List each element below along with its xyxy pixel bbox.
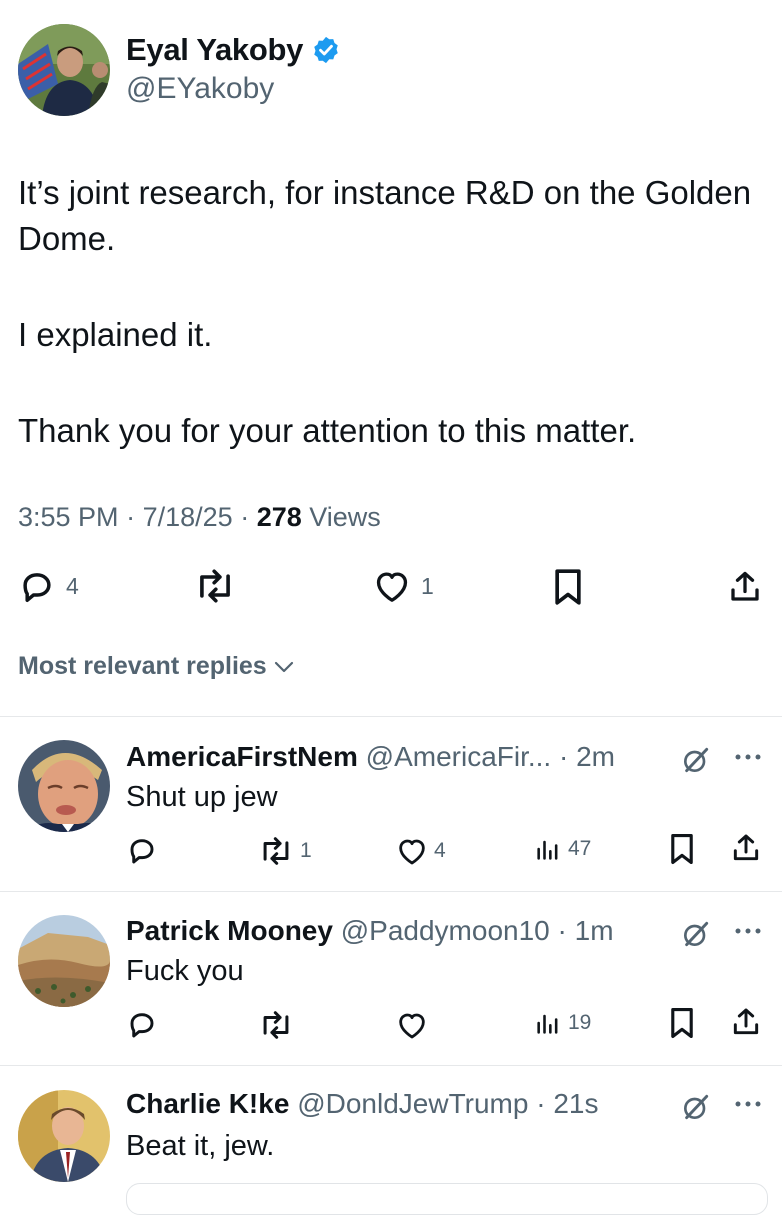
reply-bookmark-button[interactable] bbox=[669, 1006, 695, 1040]
author-handle[interactable]: @EYakoby bbox=[126, 72, 274, 106]
retweet-icon bbox=[258, 836, 294, 866]
reply-count: 4 bbox=[66, 572, 79, 599]
replies-sort-dropdown[interactable]: Most relevant replies bbox=[18, 652, 295, 681]
tweet-paragraph: I explained it. bbox=[18, 316, 213, 353]
reply-share-button[interactable] bbox=[730, 832, 762, 864]
reply-reply-button[interactable] bbox=[126, 1008, 164, 1040]
author-name-row[interactable]: Eyal Yakoby bbox=[126, 32, 341, 68]
reply-icon bbox=[126, 1008, 158, 1040]
like-icon bbox=[396, 1010, 428, 1040]
retweet-icon bbox=[193, 568, 237, 604]
reply-avatar[interactable] bbox=[18, 915, 110, 1007]
bookmark-button[interactable] bbox=[553, 567, 583, 607]
reply-button[interactable]: 4 bbox=[18, 567, 79, 605]
share-icon bbox=[727, 568, 763, 606]
reply-header: Charlie K!ke @DonldJewTrump · 21s bbox=[126, 1088, 599, 1120]
reply-time[interactable]: 2m bbox=[576, 741, 615, 773]
grok-icon[interactable] bbox=[680, 744, 712, 776]
reply-text: Fuck you bbox=[126, 955, 244, 987]
views-icon bbox=[534, 835, 562, 863]
views-count: 19 bbox=[568, 1011, 592, 1034]
like-count: 1 bbox=[421, 572, 434, 599]
reply-text: Shut up jew bbox=[126, 781, 278, 813]
reply-author-handle[interactable]: @DonldJewTrump bbox=[297, 1088, 528, 1120]
chevron-down-icon bbox=[273, 659, 295, 675]
replies-sort-label: Most relevant replies bbox=[18, 652, 267, 680]
like-count: 4 bbox=[434, 839, 446, 862]
views-icon bbox=[534, 1009, 562, 1037]
reply-retweet-button[interactable] bbox=[258, 1010, 300, 1040]
more-icon[interactable] bbox=[733, 1099, 763, 1109]
author-name[interactable]: Eyal Yakoby bbox=[126, 32, 303, 68]
retweet-count: 1 bbox=[300, 839, 312, 862]
grok-icon[interactable] bbox=[680, 918, 712, 950]
divider bbox=[0, 716, 782, 717]
reply-icon bbox=[18, 567, 56, 605]
reply-header: Patrick Mooney @Paddymoon10 · 1m bbox=[126, 915, 614, 947]
reply-like-button[interactable] bbox=[396, 1010, 434, 1040]
grok-icon[interactable] bbox=[680, 1091, 712, 1123]
divider bbox=[0, 1065, 782, 1066]
reply-share-button[interactable] bbox=[730, 1006, 762, 1038]
reply-avatar[interactable] bbox=[18, 740, 110, 832]
author-avatar[interactable] bbox=[18, 24, 110, 116]
reply-author-name[interactable]: AmericaFirstNem bbox=[126, 741, 358, 773]
reply-time[interactable]: 1m bbox=[575, 915, 614, 947]
share-button[interactable] bbox=[727, 568, 763, 606]
bookmark-icon bbox=[669, 832, 695, 866]
tweet-paragraph: It’s joint research, for instance R&D on… bbox=[18, 174, 752, 257]
reply-avatar[interactable] bbox=[18, 1090, 110, 1182]
reply-media-preview[interactable] bbox=[126, 1183, 768, 1215]
share-icon bbox=[730, 832, 762, 864]
reply-time[interactable]: 21s bbox=[553, 1088, 598, 1120]
more-icon[interactable] bbox=[733, 926, 763, 936]
retweet-button[interactable] bbox=[193, 568, 247, 604]
bookmark-icon bbox=[669, 1006, 695, 1040]
reply-header: AmericaFirstNem @AmericaFir... · 2m bbox=[126, 741, 616, 773]
reply-reply-button[interactable] bbox=[126, 834, 164, 866]
views-label: Views bbox=[309, 502, 381, 532]
reply-author-name[interactable]: Charlie K!ke bbox=[126, 1088, 289, 1120]
reply-author-handle[interactable]: @Paddymoon10 bbox=[341, 915, 550, 947]
views-count: 47 bbox=[568, 837, 592, 860]
reply-bookmark-button[interactable] bbox=[669, 832, 695, 866]
reply-author-handle[interactable]: @AmericaFir... bbox=[366, 741, 552, 773]
verified-badge-icon bbox=[311, 35, 341, 65]
like-button[interactable]: 1 bbox=[373, 568, 434, 604]
tweet-meta: 3:55 PM · 7/18/25 · 278 Views bbox=[18, 502, 381, 532]
tweet-time[interactable]: 3:55 PM bbox=[18, 502, 119, 532]
reply-retweet-button[interactable]: 1 bbox=[258, 836, 312, 866]
divider bbox=[0, 891, 782, 892]
reply-author-name[interactable]: Patrick Mooney bbox=[126, 915, 333, 947]
tweet-paragraph: Thank you for your attention to this mat… bbox=[18, 412, 637, 449]
reply-views-button[interactable]: 19 bbox=[534, 1009, 591, 1037]
reply-icon bbox=[126, 834, 158, 866]
retweet-icon bbox=[258, 1010, 294, 1040]
reply-views-button[interactable]: 47 bbox=[534, 835, 591, 863]
share-icon bbox=[730, 1006, 762, 1038]
tweet-text: It’s joint research, for instance R&D on… bbox=[18, 170, 758, 454]
reply-text: Beat it, jew. bbox=[126, 1130, 275, 1162]
views-count: 278 bbox=[256, 502, 302, 532]
bookmark-icon bbox=[553, 567, 583, 607]
like-icon bbox=[373, 568, 411, 604]
more-icon[interactable] bbox=[733, 752, 763, 762]
tweet-date[interactable]: 7/18/25 bbox=[143, 502, 233, 532]
reply-like-button[interactable]: 4 bbox=[396, 836, 446, 866]
like-icon bbox=[396, 836, 428, 866]
